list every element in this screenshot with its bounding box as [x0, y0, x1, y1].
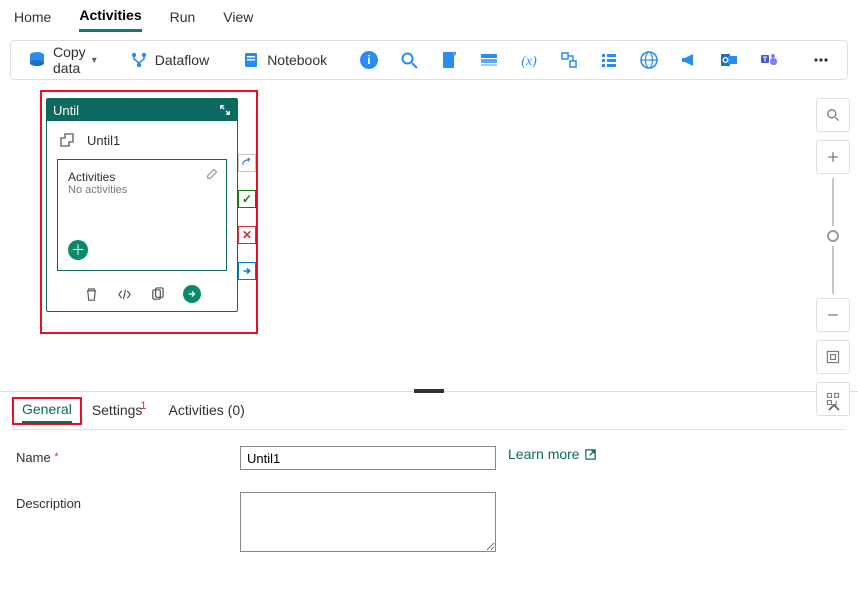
teams-button[interactable]: T	[753, 46, 785, 74]
tab-home[interactable]: Home	[14, 3, 51, 31]
port-on-skip[interactable]	[238, 154, 256, 172]
external-link-icon	[584, 448, 597, 461]
tab-run[interactable]: Run	[170, 3, 196, 31]
activities-status: No activities	[68, 184, 216, 196]
required-indicator-icon: *	[54, 451, 58, 463]
collapse-panel-button[interactable]	[826, 400, 842, 416]
tab-view[interactable]: View	[223, 3, 253, 31]
script-icon	[439, 50, 459, 70]
megaphone-icon	[679, 50, 699, 70]
notebook-label: Notebook	[267, 52, 327, 68]
web-button[interactable]	[633, 46, 665, 74]
search-icon	[399, 50, 419, 70]
metadata-icon	[559, 50, 579, 70]
required-indicator-icon: 1	[140, 400, 146, 412]
node-footer	[47, 281, 237, 311]
port-on-fail[interactable]: ✕	[238, 226, 256, 244]
description-label: Description	[16, 492, 240, 511]
activities-label: Activities	[68, 170, 216, 184]
designer-canvas[interactable]: Until Until1 Activities No activities ＋	[10, 90, 802, 391]
more-button[interactable]	[805, 46, 837, 74]
canvas-tool-rail	[816, 98, 850, 416]
dataflow-icon	[129, 50, 149, 70]
activities-toolbar: Copy data ▾ Dataflow Notebook i (x) T	[10, 40, 848, 80]
zoom-out-button[interactable]	[816, 298, 850, 332]
port-on-success[interactable]: ✓	[238, 190, 256, 208]
copy-data-label: Copy data	[53, 44, 86, 76]
name-label: Name *	[16, 446, 240, 465]
learn-more-link[interactable]: Learn more	[508, 446, 597, 462]
lookup-button[interactable]	[393, 46, 425, 74]
delete-activity-button[interactable]	[593, 46, 625, 74]
node-header[interactable]: Until	[47, 99, 237, 121]
tab-activities[interactable]: Activities (0)	[159, 398, 255, 424]
description-input[interactable]	[240, 492, 496, 552]
canvas-search-button[interactable]	[816, 98, 850, 132]
designer-canvas-area: Until Until1 Activities No activities ＋	[0, 90, 858, 392]
teams-icon: T	[759, 50, 779, 70]
database-icon	[27, 50, 47, 70]
set-variable-button[interactable]: (x)	[513, 46, 545, 74]
zoom-slider-track[interactable]	[832, 178, 834, 226]
port-on-completion[interactable]	[238, 262, 256, 280]
tab-settings-label: Settings	[92, 402, 143, 418]
node-type-label: Until	[53, 103, 79, 118]
outlook-icon	[719, 50, 739, 70]
top-tabs: Home Activities Run View	[0, 0, 858, 34]
notebook-button[interactable]: Notebook	[235, 46, 333, 74]
node-title-row: Until1	[47, 121, 237, 159]
general-form: Name * Learn more Description	[12, 430, 846, 590]
fit-to-screen-button[interactable]	[816, 340, 850, 374]
until-icon	[59, 131, 77, 149]
outlook-button[interactable]	[713, 46, 745, 74]
name-input[interactable]	[240, 446, 496, 470]
dataflow-label: Dataflow	[155, 52, 209, 68]
node-ports: ✓ ✕	[238, 154, 256, 280]
properties-panel: General Settings1 Activities (0) Name * …	[0, 392, 858, 590]
edit-icon[interactable]	[206, 166, 220, 180]
script-button[interactable]	[433, 46, 465, 74]
svg-text:T: T	[763, 57, 768, 64]
until-activity-node[interactable]: Until Until1 Activities No activities ＋	[46, 98, 238, 312]
add-activity-button[interactable]: ＋	[68, 240, 88, 260]
list-icon	[599, 50, 619, 70]
node-name: Until1	[87, 133, 120, 148]
zoom-in-button[interactable]	[816, 140, 850, 174]
delete-icon[interactable]	[84, 287, 99, 302]
expand-icon[interactable]	[219, 104, 231, 116]
variable-icon: (x)	[519, 50, 539, 70]
tab-activities[interactable]: Activities	[79, 1, 141, 32]
svg-text:(x): (x)	[521, 54, 537, 69]
dataflow-button[interactable]: Dataflow	[123, 46, 215, 74]
globe-icon	[639, 50, 659, 70]
info-icon: i	[359, 50, 379, 70]
tab-settings[interactable]: Settings1	[82, 398, 159, 424]
tab-general[interactable]: General	[12, 397, 82, 425]
event-button[interactable]	[673, 46, 705, 74]
rows-icon	[479, 50, 499, 70]
notebook-icon	[241, 50, 261, 70]
more-horizontal-icon	[811, 50, 831, 70]
get-metadata-button[interactable]	[553, 46, 585, 74]
chevron-down-icon: ▾	[92, 55, 97, 66]
copy-data-button[interactable]: Copy data ▾	[21, 40, 103, 80]
zoom-slider-track[interactable]	[832, 246, 834, 294]
info-button[interactable]: i	[353, 46, 385, 74]
zoom-slider-thumb[interactable]	[827, 230, 839, 242]
code-icon[interactable]	[117, 287, 132, 302]
node-activities-box[interactable]: Activities No activities ＋	[57, 159, 227, 271]
stored-proc-button[interactable]	[473, 46, 505, 74]
properties-tabs: General Settings1 Activities (0)	[12, 392, 846, 430]
copy-icon[interactable]	[150, 287, 165, 302]
run-icon[interactable]	[183, 285, 201, 303]
svg-text:i: i	[367, 53, 370, 67]
